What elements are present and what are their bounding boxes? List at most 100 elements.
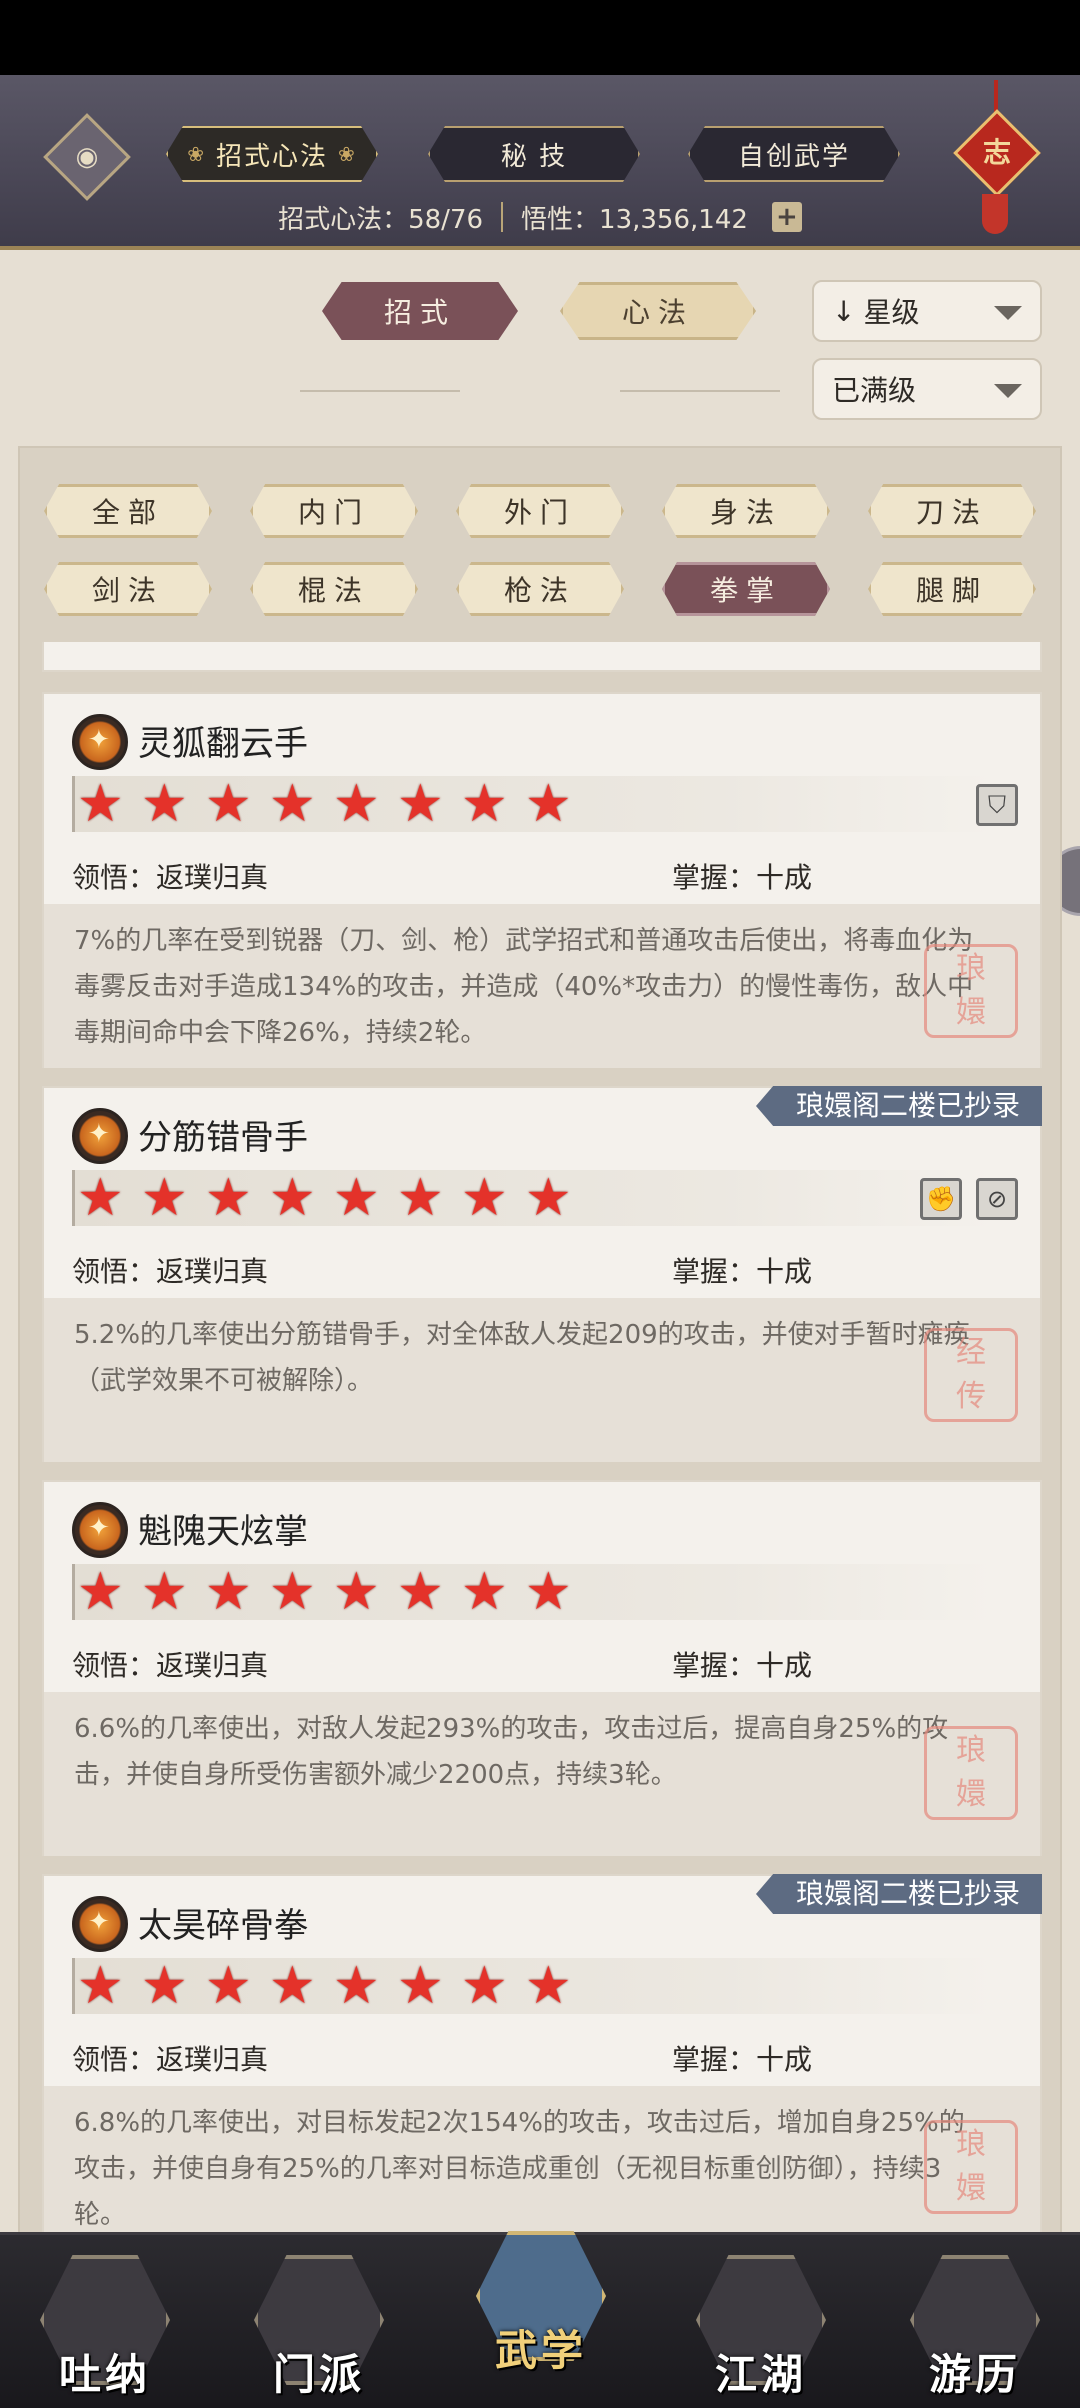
tab-moves[interactable]: 招式 xyxy=(322,282,518,340)
level-dropdown[interactable]: 已满级 xyxy=(812,358,1042,420)
star-icon: ★ xyxy=(461,774,508,834)
description-text: 5.2%的几率使出分筋错骨手，对全体敌人发起209的攻击，并使对手暂时瘫痪（武学… xyxy=(74,1320,970,1396)
skill-title: 分筋错骨手 xyxy=(138,1118,308,1158)
category-label: 全部 xyxy=(91,496,164,529)
star-rating: ★ ★ ★ ★ ★ ★ ★ ★ xyxy=(72,776,994,832)
chevron-down-icon xyxy=(994,306,1022,320)
nav-label: 游历 xyxy=(928,2350,1021,2399)
nav-travel[interactable]: 游历 xyxy=(900,2245,1050,2405)
card-scroll-area[interactable]: 灵狐翻云手 ★ ★ ★ ★ ★ ★ ★ ★ ⛉ 领悟：返璞归真 掌握：十成 7%… xyxy=(20,642,1060,2234)
eye-icon: ◉ xyxy=(75,142,99,172)
category-fist-palm[interactable]: 拳掌 xyxy=(662,562,830,616)
star-rating: ★ ★ ★ ★ ★ ★ ★ ★ xyxy=(72,1170,994,1226)
star-icon: ★ xyxy=(333,774,380,834)
category-kick[interactable]: 腿脚 xyxy=(868,562,1036,616)
nav-sect[interactable]: 门派 xyxy=(244,2245,394,2405)
bottom-nav: 吐纳 门派 武学 江湖 游历 xyxy=(0,2231,1080,2408)
shield-icon[interactable]: ⛉ xyxy=(976,784,1018,826)
comprehension-level: 领悟：返璞归真 xyxy=(72,1255,269,1288)
star-icon: ★ xyxy=(77,774,124,834)
skill-list-panel: 全部 内门 外门 身法 刀法 剑法 棍法 枪法 拳掌 腿脚 灵狐翻云手 ★ ★ … xyxy=(18,446,1062,2236)
tab-label: 招式 xyxy=(383,296,456,329)
nav-martial-arts[interactable]: 武学 xyxy=(466,2221,616,2381)
category-staff[interactable]: 棍法 xyxy=(250,562,418,616)
category-label: 身法 xyxy=(709,496,782,529)
skill-description: 6.8%的几率使出，对目标发起2次154%的攻击，攻击过后，增加自身25%的攻击… xyxy=(44,2086,1040,2234)
skill-description: 6.6%的几率使出，对敌人发起293%的攻击，攻击过后，提高自身25%的攻击，并… xyxy=(44,1692,1040,1856)
tab-secret-skills[interactable]: 秘 技 xyxy=(428,126,640,182)
star-icon: ★ xyxy=(269,1562,316,1622)
skill-emblem-icon xyxy=(72,1108,128,1164)
cloud-ornament-icon: ❀ xyxy=(338,142,357,166)
category-movement[interactable]: 身法 xyxy=(662,484,830,538)
no-heal-icon[interactable]: ⊘ xyxy=(976,1178,1018,1220)
star-icon: ★ xyxy=(205,774,252,834)
nav-label: 门派 xyxy=(272,2350,365,2399)
copied-ribbon: 琅嬛阁二楼已抄录 xyxy=(755,1874,1042,1914)
description-text: 6.8%的几率使出，对目标发起2次154%的攻击，攻击过后，增加自身25%的攻击… xyxy=(74,2108,965,2230)
nav-jianghu[interactable]: 江湖 xyxy=(686,2245,836,2405)
category-inner[interactable]: 内门 xyxy=(250,484,418,538)
skill-card[interactable]: 琅嬛阁二楼已抄录 太昊碎骨拳 ★ ★ ★ ★ ★ ★ ★ ★ 领悟：返璞归真 掌… xyxy=(42,1874,1042,2234)
category-sword[interactable]: 剑法 xyxy=(44,562,212,616)
star-icon: ★ xyxy=(269,1168,316,1228)
divider xyxy=(501,202,504,232)
fist-icon[interactable]: ✊ xyxy=(920,1178,962,1220)
skill-emblem-icon xyxy=(72,1502,128,1558)
star-icon: ★ xyxy=(205,1562,252,1622)
moves-count: 招式心法：58/76 xyxy=(278,204,484,235)
star-icon: ★ xyxy=(141,1562,188,1622)
insight-value: 悟性：13,356,142 xyxy=(521,204,748,235)
skill-emblem-icon xyxy=(72,714,128,770)
nav-breathing[interactable]: 吐纳 xyxy=(30,2245,180,2405)
comprehension-level: 领悟：返璞归真 xyxy=(72,1649,269,1682)
sort-dropdown[interactable]: ↓ 星级 xyxy=(812,280,1042,342)
tab-label: 招式心法 xyxy=(215,141,328,172)
mastery-level: 掌握：十成 xyxy=(672,2043,813,2076)
level-value: 已满级 xyxy=(832,374,917,407)
mastery-level: 掌握：十成 xyxy=(672,1255,813,1288)
category-all[interactable]: 全部 xyxy=(44,484,212,538)
category-outer[interactable]: 外门 xyxy=(456,484,624,538)
copied-ribbon: 琅嬛阁二楼已抄录 xyxy=(755,1086,1042,1126)
star-icon: ★ xyxy=(269,1956,316,2016)
category-label: 刀法 xyxy=(915,496,988,529)
comprehension-level: 领悟：返璞归真 xyxy=(72,2043,269,2076)
stats-bar: 招式心法：58/76 悟性：13,356,142 + xyxy=(0,196,1080,238)
star-icon: ★ xyxy=(461,1562,508,1622)
star-rating: ★ ★ ★ ★ ★ ★ ★ ★ xyxy=(72,1958,994,2014)
star-icon: ★ xyxy=(141,774,188,834)
tab-moves-mind[interactable]: ❀ 招式心法 ❀ xyxy=(166,126,378,182)
add-insight-button[interactable]: + xyxy=(771,202,802,232)
star-icon: ★ xyxy=(461,1168,508,1228)
nav-label: 武学 xyxy=(494,2326,587,2375)
skill-title: 灵狐翻云手 xyxy=(138,724,308,764)
star-icon: ★ xyxy=(397,1956,444,2016)
nav-label: 吐纳 xyxy=(58,2350,151,2399)
star-icon: ★ xyxy=(333,1562,380,1622)
mastery-level: 掌握：十成 xyxy=(672,861,813,894)
seal-stamp-icon: 琅嬛 xyxy=(924,944,1018,1038)
category-label: 内门 xyxy=(297,496,370,529)
skill-card[interactable]: 灵狐翻云手 ★ ★ ★ ★ ★ ★ ★ ★ ⛉ 领悟：返璞归真 掌握：十成 7%… xyxy=(42,692,1042,1068)
star-icon: ★ xyxy=(397,1562,444,1622)
tab-mind[interactable]: 心法 xyxy=(560,282,756,340)
skill-card[interactable]: 魁隗天炫掌 ★ ★ ★ ★ ★ ★ ★ ★ 领悟：返璞归真 掌握：十成 6.6%… xyxy=(42,1480,1042,1856)
sort-value: 星级 xyxy=(863,296,920,329)
star-icon: ★ xyxy=(397,1168,444,1228)
star-icon: ★ xyxy=(77,1168,124,1228)
category-blade[interactable]: 刀法 xyxy=(868,484,1036,538)
category-label: 剑法 xyxy=(91,574,164,607)
star-icon: ★ xyxy=(269,774,316,834)
star-icon: ★ xyxy=(205,1168,252,1228)
category-spear[interactable]: 枪法 xyxy=(456,562,624,616)
category-label: 外门 xyxy=(503,496,576,529)
arrow-down-icon: ↓ xyxy=(832,294,856,328)
skill-emblem-icon xyxy=(72,1896,128,1952)
tab-custom-martial[interactable]: 自创武学 xyxy=(688,126,900,182)
previous-card-edge xyxy=(42,642,1042,672)
star-icon: ★ xyxy=(525,1956,572,2016)
skill-description: 5.2%的几率使出分筋错骨手，对全体敌人发起209的攻击，并使对手暂时瘫痪（武学… xyxy=(44,1298,1040,1462)
skill-card[interactable]: 琅嬛阁二楼已抄录 分筋错骨手 ★ ★ ★ ★ ★ ★ ★ ★ ✊ ⊘ 领悟：返璞… xyxy=(42,1086,1042,1462)
star-icon: ★ xyxy=(141,1168,188,1228)
